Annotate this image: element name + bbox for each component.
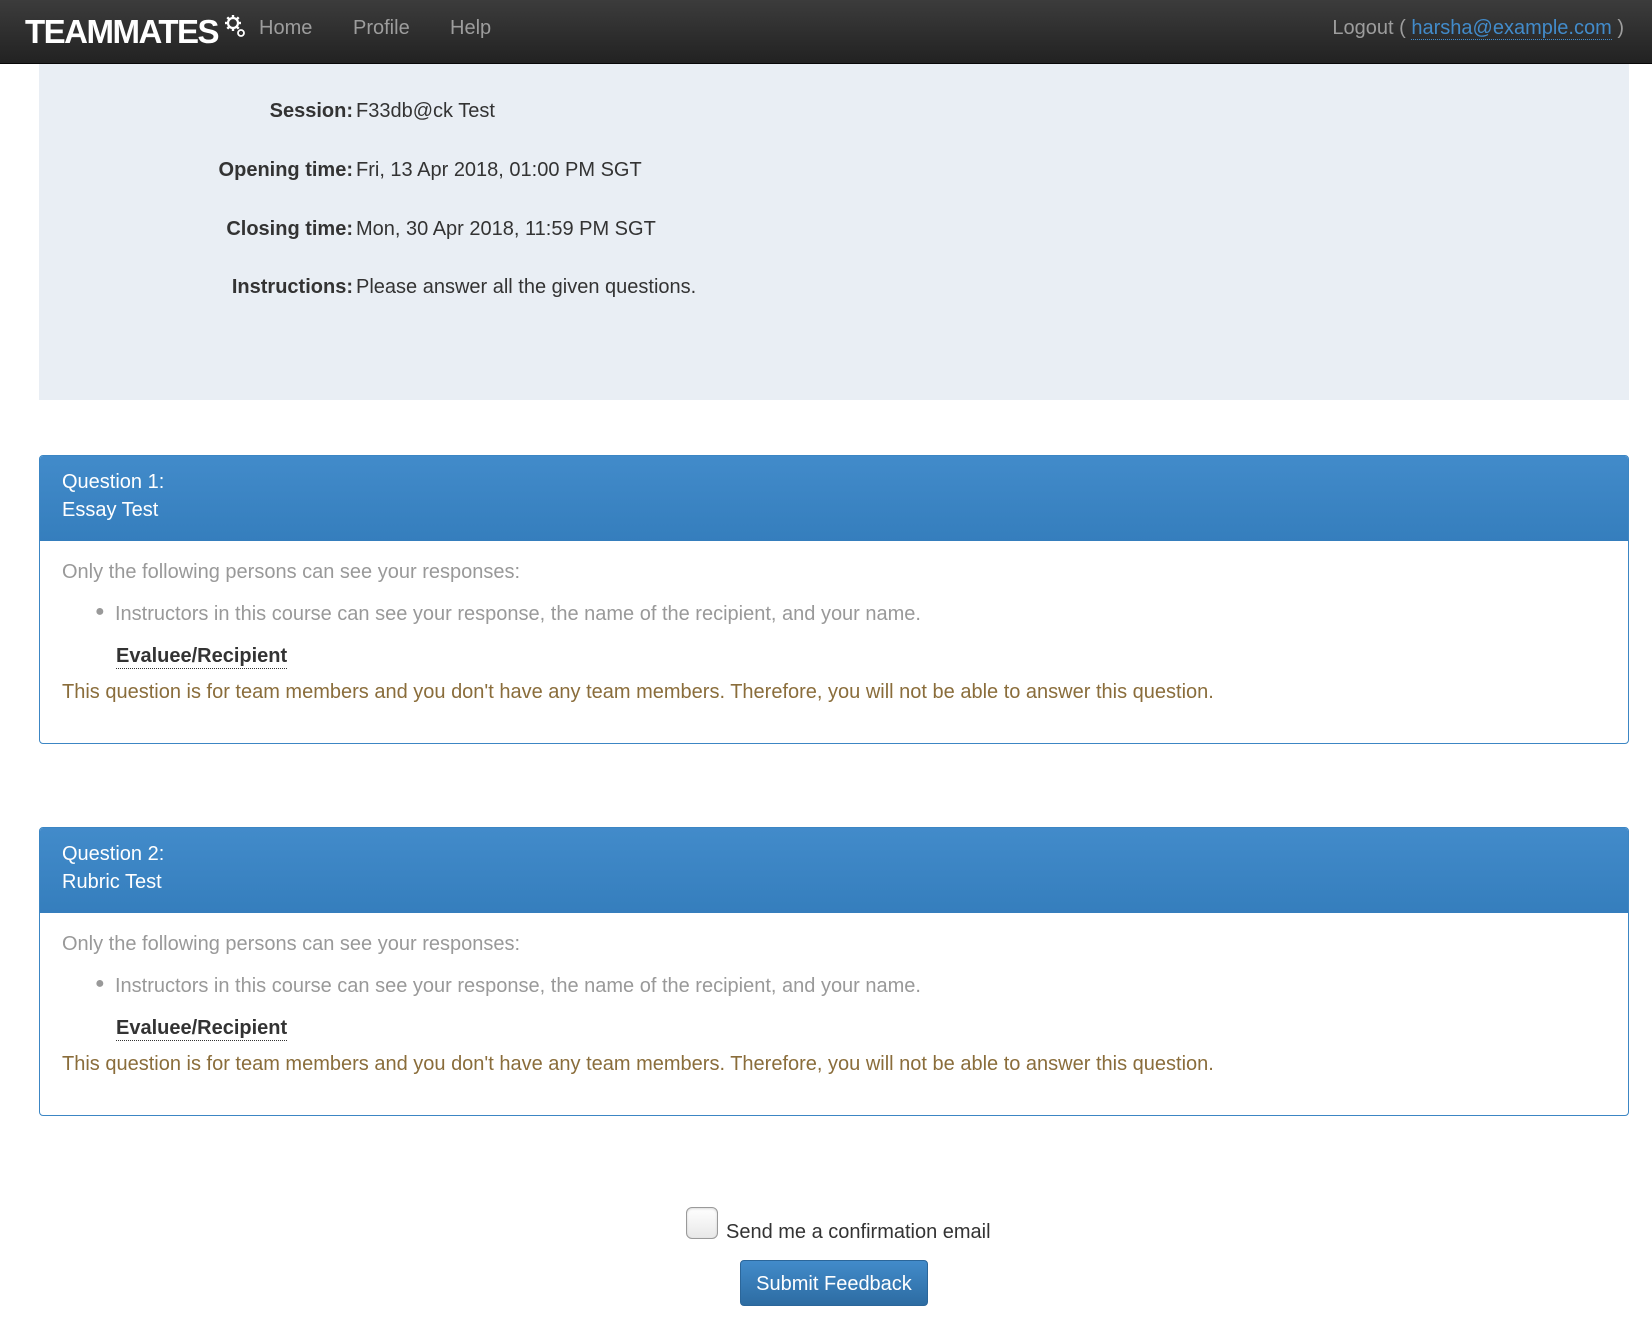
nav-home-link[interactable]: Home: [259, 0, 312, 56]
closing-time-value: Mon, 30 Apr 2018, 11:59 PM SGT: [356, 218, 656, 240]
visibility-item-text: Instructors in this course can see your …: [115, 603, 921, 625]
logout-close-paren: ): [1617, 17, 1624, 39]
session-label: Session:: [269, 100, 353, 122]
closing-time-label: Closing time:: [226, 218, 353, 240]
teammates-logo[interactable]: TEAMMATES: [25, 12, 245, 52]
closing-time-row: Closing time: Mon, 30 Apr 2018, 11:59 PM…: [39, 214, 1629, 244]
visibility-intro: Only the following persons can see your …: [62, 561, 521, 583]
confirmation-email-label[interactable]: Send me a confirmation email: [726, 1221, 991, 1244]
no-team-members-warning: This question is for team members and yo…: [62, 681, 1214, 703]
opening-time-value: Fri, 13 Apr 2018, 01:00 PM SGT: [356, 159, 642, 181]
nav-help-link[interactable]: Help: [450, 0, 491, 56]
submit-feedback-button[interactable]: Submit Feedback: [740, 1260, 928, 1306]
visibility-list-item: ● Instructors in this course can see you…: [95, 603, 921, 626]
session-info-panel: Session: F33db@ck Test Opening time: Fri…: [39, 64, 1629, 400]
logout-area: Logout ( harsha@example.com ): [1332, 0, 1624, 56]
instructions-value: Please answer all the given questions.: [356, 276, 697, 298]
question-title-1: Essay Test: [62, 499, 159, 521]
evaluee-recipient-label: Evaluee/Recipient: [116, 1017, 288, 1041]
no-team-members-warning: This question is for team members and yo…: [62, 1053, 1214, 1075]
confirmation-email-checkbox[interactable]: [686, 1207, 718, 1239]
instructions-row: Instructions: Please answer all the give…: [39, 272, 1629, 302]
visibility-item-text: Instructors in this course can see your …: [115, 975, 921, 997]
question-number-2: Question 2:: [62, 843, 165, 865]
question-heading-1: Question 1: Essay Test: [40, 456, 1628, 541]
opening-time-label: Opening time:: [218, 159, 353, 181]
question-number-1: Question 1:: [62, 471, 165, 493]
logout-link[interactable]: Logout (: [1332, 17, 1405, 39]
session-value: F33db@ck Test: [356, 100, 495, 122]
bullet-icon: ●: [95, 975, 105, 992]
visibility-intro: Only the following persons can see your …: [62, 933, 521, 955]
visibility-list-item: ● Instructors in this course can see you…: [95, 975, 921, 998]
brand-text: TEAMMATES: [25, 13, 220, 50]
session-row: Session: F33db@ck Test: [39, 96, 1629, 126]
opening-time-row: Opening time: Fri, 13 Apr 2018, 01:00 PM…: [39, 155, 1629, 185]
question-panel-1: Question 1: Essay Test Only the followin…: [39, 455, 1629, 744]
user-email-link[interactable]: harsha@example.com: [1411, 17, 1612, 40]
gear-icon: [225, 15, 245, 37]
nav-profile-link[interactable]: Profile: [353, 0, 410, 56]
question-heading-2: Question 2: Rubric Test: [40, 828, 1628, 913]
bullet-icon: ●: [95, 603, 105, 620]
question-panel-2: Question 2: Rubric Test Only the followi…: [39, 827, 1629, 1116]
evaluee-recipient-label: Evaluee/Recipient: [116, 645, 288, 669]
navbar: TEAMMATES Home Profile Help Logout ( har…: [0, 0, 1652, 64]
question-title-2: Rubric Test: [62, 871, 162, 893]
instructions-label: Instructions:: [231, 276, 353, 298]
